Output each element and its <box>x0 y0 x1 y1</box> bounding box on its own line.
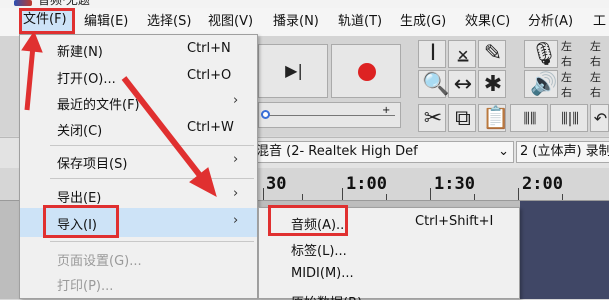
annotation-arrow-down-icon <box>121 76 208 184</box>
annotation-arrow-up-head-icon <box>21 30 43 53</box>
annotation-arrow-up-icon <box>24 45 36 111</box>
annotation-arrows <box>21 30 217 198</box>
